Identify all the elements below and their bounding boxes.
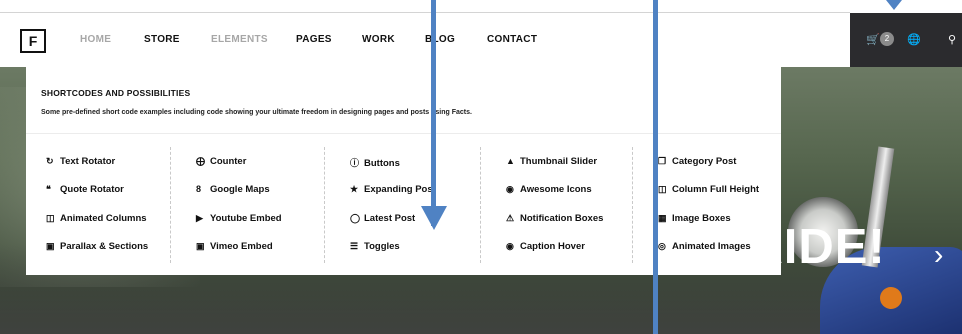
menu-item-caption-hover[interactable]: ◉ Caption Hover bbox=[506, 241, 585, 252]
nav-store[interactable]: STORE bbox=[144, 34, 180, 45]
mega-menu-subtitle: Some pre-defined short code examples inc… bbox=[41, 109, 472, 116]
mega-menu-divider bbox=[26, 133, 781, 134]
google-icon: 8 bbox=[196, 184, 202, 194]
menu-item-notification-boxes[interactable]: ⚠ Notification Boxes bbox=[506, 213, 603, 224]
menu-item-animated-images[interactable]: ◎ Animated Images bbox=[658, 241, 751, 252]
eye-icon: ◉ bbox=[506, 184, 514, 194]
column-divider bbox=[324, 147, 325, 263]
nav-blog[interactable]: BLOG bbox=[425, 34, 455, 45]
annotation-arrow-head bbox=[421, 206, 447, 230]
cart-count-badge: 2 bbox=[880, 32, 894, 46]
column-divider bbox=[480, 147, 481, 263]
warning-icon: ⚠ bbox=[506, 213, 515, 223]
nav-home[interactable]: HOME bbox=[80, 34, 111, 45]
menu-item-column-full-height[interactable]: ◫ Column Full Height bbox=[658, 184, 759, 195]
cart-icon[interactable]: 🛒 bbox=[866, 33, 880, 46]
column-divider bbox=[170, 147, 171, 263]
nav-contact[interactable]: CONTACT bbox=[487, 34, 537, 45]
columns-icon: ◫ bbox=[658, 184, 667, 194]
menu-item-thumbnail-slider[interactable]: ▲ Thumbnail Slider bbox=[506, 156, 597, 167]
info-icon: ⓘ bbox=[350, 158, 360, 168]
counter-icon: ⨁ bbox=[196, 156, 205, 166]
menu-item-buttons[interactable]: ⓘ Buttons bbox=[350, 156, 400, 169]
columns-icon: ◫ bbox=[46, 213, 55, 223]
annotation-arrow-line bbox=[431, 0, 436, 226]
nav-elements[interactable]: ELEMENTS bbox=[211, 34, 268, 45]
mega-menu-title: SHORTCODES AND POSSIBILITIES bbox=[41, 88, 191, 98]
menu-item-counter[interactable]: ⨁ Counter bbox=[196, 156, 246, 167]
menu-item-awesome-icons[interactable]: ◉ Awesome Icons bbox=[506, 184, 592, 195]
camera-icon: ◉ bbox=[506, 241, 514, 251]
menu-item-youtube-embed[interactable]: ▶ Youtube Embed bbox=[196, 213, 282, 224]
menu-item-category-post[interactable]: ❐ Category Post bbox=[658, 156, 736, 167]
menu-item-expanding-post[interactable]: ★ Expanding Post bbox=[350, 184, 436, 195]
globe-icon[interactable]: 🌐 bbox=[907, 33, 921, 46]
menu-item-parallax-sections[interactable]: ▣ Parallax & Sections bbox=[46, 241, 148, 252]
quote-icon: ❝ bbox=[46, 184, 51, 194]
menu-item-latest-post[interactable]: ◯ Latest Post bbox=[350, 213, 415, 224]
site-logo[interactable]: F bbox=[20, 29, 46, 53]
comment-icon: ◯ bbox=[350, 213, 361, 223]
star-icon: ★ bbox=[350, 184, 359, 194]
vimeo-icon: ▣ bbox=[196, 241, 205, 251]
annotation-arrow-head bbox=[886, 0, 902, 10]
youtube-icon: ▶ bbox=[196, 213, 203, 223]
thumbs-up-icon: ▲ bbox=[506, 156, 515, 166]
rotate-icon: ↻ bbox=[46, 156, 54, 166]
menu-item-google-maps[interactable]: 8 Google Maps bbox=[196, 184, 270, 195]
grid-icon: ▦ bbox=[658, 213, 667, 223]
search-icon[interactable]: ⚲ bbox=[948, 33, 956, 46]
annotation-line bbox=[653, 0, 658, 334]
menu-item-quote-rotator[interactable]: ❝ Quote Rotator bbox=[46, 184, 124, 195]
mega-menu: SHORTCODES AND POSSIBILITIES Some pre-de… bbox=[26, 67, 781, 275]
menu-item-vimeo-embed[interactable]: ▣ Vimeo Embed bbox=[196, 241, 273, 252]
slider-next-icon[interactable]: › bbox=[934, 241, 943, 269]
list-icon: ☰ bbox=[350, 241, 359, 251]
menu-item-toggles[interactable]: ☰ Toggles bbox=[350, 241, 400, 252]
column-divider bbox=[632, 147, 633, 263]
menu-item-image-boxes[interactable]: ▦ Image Boxes bbox=[658, 213, 731, 224]
nav-work[interactable]: WORK bbox=[362, 34, 395, 45]
nav-pages[interactable]: PAGES bbox=[296, 34, 332, 45]
copy-icon: ❐ bbox=[658, 156, 667, 166]
image-icon: ▣ bbox=[46, 241, 55, 251]
menu-item-text-rotator[interactable]: ↻ Text Rotator bbox=[46, 156, 115, 167]
menu-item-animated-columns[interactable]: ◫ Animated Columns bbox=[46, 213, 147, 224]
eye-slash-icon: ◎ bbox=[658, 241, 666, 251]
